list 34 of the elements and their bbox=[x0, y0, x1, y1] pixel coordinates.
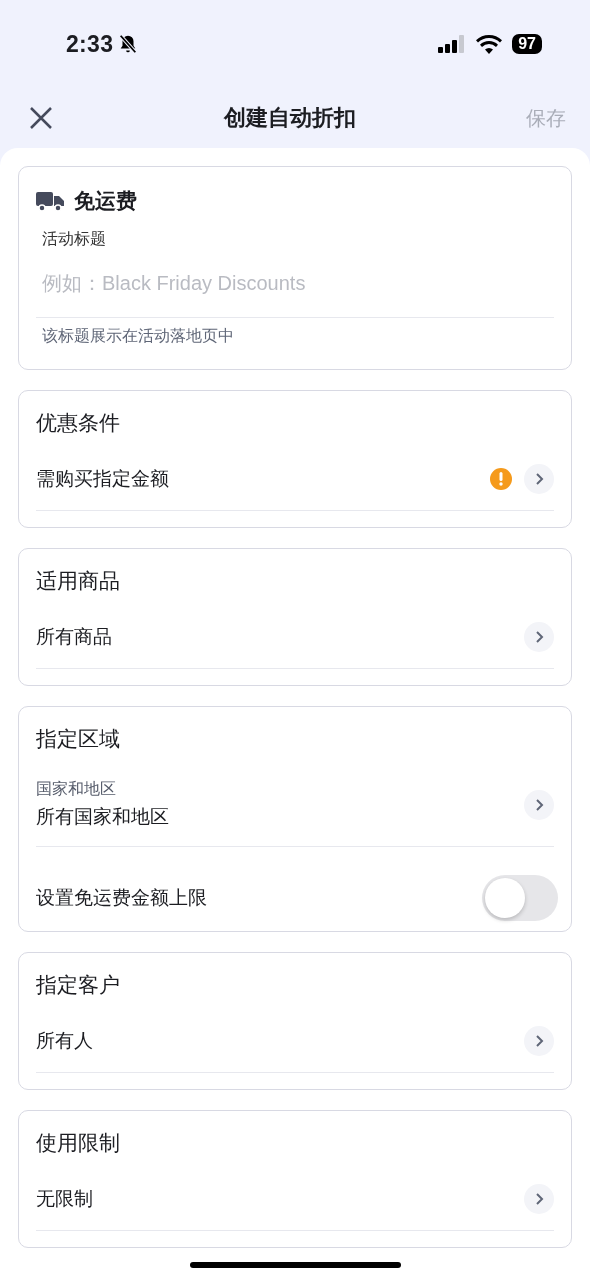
chevron-button[interactable] bbox=[524, 621, 554, 652]
field-hint: 该标题展示在活动落地页中 bbox=[41, 326, 235, 346]
discount-type-heading: 免运费 bbox=[74, 188, 137, 214]
section-title: 适用商品 bbox=[36, 568, 121, 594]
chevron-button[interactable] bbox=[524, 1025, 554, 1056]
chevron-right-icon bbox=[534, 1033, 544, 1048]
section-title: 优惠条件 bbox=[36, 410, 121, 436]
row-sublabel: 国家和地区 bbox=[36, 779, 117, 799]
row-value: 无限制 bbox=[36, 1186, 93, 1211]
truck-icon bbox=[36, 190, 64, 212]
chevron-button[interactable] bbox=[524, 463, 554, 494]
section-title: 指定客户 bbox=[36, 972, 121, 998]
wifi-icon bbox=[476, 34, 503, 54]
page-title: 创建自动折扣 bbox=[224, 104, 356, 132]
field-label: 活动标题 bbox=[41, 229, 107, 249]
status-time: 2:33 bbox=[66, 30, 114, 58]
chevron-right-icon bbox=[534, 629, 544, 644]
chevron-right-icon bbox=[534, 471, 544, 486]
row-value: 所有国家和地区 bbox=[36, 805, 169, 829]
row-value: 所有商品 bbox=[36, 624, 112, 649]
title-input-field[interactable]: 例如：Black Friday Discounts bbox=[36, 250, 554, 318]
toggle-switch[interactable] bbox=[482, 875, 558, 921]
row-value: 需购买指定金额 bbox=[36, 466, 169, 491]
section-title: 指定区域 bbox=[36, 726, 121, 752]
chevron-right-icon bbox=[534, 1191, 544, 1206]
toggle-label: 设置免运费金额上限 bbox=[36, 886, 207, 910]
battery-level: 97 bbox=[512, 34, 542, 54]
chevron-right-icon bbox=[534, 797, 544, 812]
chevron-button[interactable] bbox=[524, 789, 554, 820]
row-value: 所有人 bbox=[36, 1028, 93, 1053]
section-title: 使用限制 bbox=[36, 1130, 121, 1156]
chevron-button[interactable] bbox=[524, 1183, 554, 1214]
close-button[interactable] bbox=[28, 105, 54, 131]
signal-icon bbox=[438, 35, 467, 53]
